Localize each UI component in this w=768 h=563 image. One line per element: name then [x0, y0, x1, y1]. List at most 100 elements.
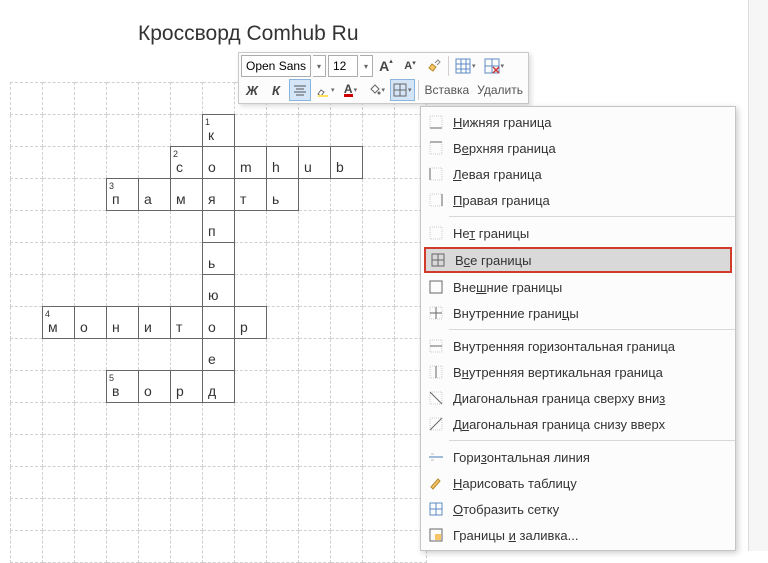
grid-cell[interactable] [331, 531, 363, 563]
grid-cell[interactable] [75, 403, 107, 435]
format-painter-button[interactable] [423, 55, 445, 77]
grid-cell[interactable] [267, 371, 299, 403]
grid-cell[interactable] [43, 499, 75, 531]
grid-cell[interactable] [331, 115, 363, 147]
menu-item-border-all[interactable]: Все границы [424, 247, 732, 273]
grid-cell[interactable] [267, 499, 299, 531]
grid-cell[interactable] [43, 403, 75, 435]
grid-cell[interactable] [363, 499, 395, 531]
grid-cell[interactable] [75, 371, 107, 403]
grid-cell[interactable] [331, 435, 363, 467]
grid-cell[interactable] [267, 307, 299, 339]
grid-cell[interactable] [363, 307, 395, 339]
grid-cell[interactable] [203, 435, 235, 467]
font-family-dropdown[interactable]: ▾ [313, 55, 326, 77]
grid-cell[interactable]: m [235, 147, 267, 179]
grid-cell[interactable] [107, 467, 139, 499]
menu-item-borders-fill[interactable]: Границы и заливка... [421, 522, 735, 548]
grid-cell[interactable]: 5в [107, 371, 139, 403]
grid-cell[interactable] [75, 83, 107, 115]
grid-cell[interactable] [75, 339, 107, 371]
grid-cell[interactable] [43, 179, 75, 211]
menu-item-border-right[interactable]: Правая граница [421, 187, 735, 213]
grid-cell[interactable] [75, 435, 107, 467]
highlight-button[interactable]: ▾ [313, 79, 338, 101]
grid-cell[interactable] [11, 403, 43, 435]
shading-button[interactable]: ▾ [364, 79, 389, 101]
menu-item-show-grid[interactable]: Отобразить сетку [421, 496, 735, 522]
menu-item-hline[interactable]: Горизонтальная линия [421, 444, 735, 470]
grid-cell[interactable] [235, 531, 267, 563]
grid-cell[interactable] [43, 371, 75, 403]
grid-cell[interactable]: о [75, 307, 107, 339]
grid-cell[interactable] [75, 243, 107, 275]
grid-cell[interactable] [107, 403, 139, 435]
align-center-button[interactable] [289, 79, 311, 101]
font-family-input[interactable] [241, 55, 311, 77]
grid-cell[interactable] [171, 339, 203, 371]
grid-cell[interactable] [299, 403, 331, 435]
grid-cell[interactable] [363, 435, 395, 467]
grid-cell[interactable] [363, 467, 395, 499]
font-size-dropdown[interactable]: ▾ [360, 55, 373, 77]
grid-cell[interactable] [107, 499, 139, 531]
grid-cell[interactable]: 1к [203, 115, 235, 147]
grid-cell[interactable] [363, 179, 395, 211]
grid-cell[interactable] [139, 435, 171, 467]
menu-item-border-ih[interactable]: Внутренняя горизонтальная граница [421, 333, 735, 359]
menu-item-border-inner[interactable]: Внутренние границы [421, 300, 735, 326]
grid-cell[interactable] [299, 339, 331, 371]
menu-item-draw-table[interactable]: Нарисовать таблицу [421, 470, 735, 496]
grid-cell[interactable] [107, 435, 139, 467]
grid-cell[interactable] [363, 211, 395, 243]
grid-cell[interactable] [363, 147, 395, 179]
grid-cell[interactable] [107, 147, 139, 179]
grid-cell[interactable]: ю [203, 275, 235, 307]
grid-cell[interactable] [235, 115, 267, 147]
grow-font-button[interactable]: A▴ [375, 55, 397, 77]
grid-cell[interactable] [235, 243, 267, 275]
grid-cell[interactable] [75, 211, 107, 243]
grid-cell[interactable] [235, 211, 267, 243]
grid-cell[interactable] [171, 115, 203, 147]
menu-item-border-top[interactable]: Верхняя граница [421, 135, 735, 161]
grid-cell[interactable] [331, 307, 363, 339]
grid-cell[interactable] [267, 243, 299, 275]
grid-cell[interactable] [235, 499, 267, 531]
menu-item-diag-up[interactable]: Диагональная граница снизу вверх [421, 411, 735, 437]
grid-cell[interactable] [11, 499, 43, 531]
grid-cell[interactable] [171, 275, 203, 307]
grid-cell[interactable] [11, 147, 43, 179]
grid-cell[interactable] [43, 339, 75, 371]
grid-cell[interactable] [75, 467, 107, 499]
grid-cell[interactable] [139, 115, 171, 147]
grid-cell[interactable] [11, 339, 43, 371]
grid-cell[interactable] [75, 275, 107, 307]
grid-cell[interactable] [11, 83, 43, 115]
borders-button[interactable]: ▾ [390, 79, 415, 101]
grid-cell[interactable] [267, 435, 299, 467]
grid-cell[interactable] [235, 275, 267, 307]
grid-cell[interactable] [331, 179, 363, 211]
grid-cell[interactable]: р [171, 371, 203, 403]
grid-cell[interactable] [139, 211, 171, 243]
grid-cell[interactable] [299, 371, 331, 403]
grid-cell[interactable] [75, 179, 107, 211]
grid-cell[interactable] [75, 531, 107, 563]
grid-cell[interactable] [331, 371, 363, 403]
grid-cell[interactable] [11, 467, 43, 499]
grid-cell[interactable] [139, 339, 171, 371]
grid-cell[interactable] [139, 275, 171, 307]
grid-cell[interactable]: ь [267, 179, 299, 211]
menu-item-border-left[interactable]: Левая граница [421, 161, 735, 187]
grid-cell[interactable] [203, 467, 235, 499]
grid-cell[interactable] [171, 435, 203, 467]
grid-cell[interactable] [203, 403, 235, 435]
insert-label[interactable]: Вставка [422, 83, 473, 97]
grid-cell[interactable]: м [171, 179, 203, 211]
grid-cell[interactable] [75, 147, 107, 179]
grid-cell[interactable] [235, 371, 267, 403]
grid-cell[interactable]: д [203, 371, 235, 403]
grid-cell[interactable] [107, 275, 139, 307]
grid-cell[interactable] [235, 435, 267, 467]
